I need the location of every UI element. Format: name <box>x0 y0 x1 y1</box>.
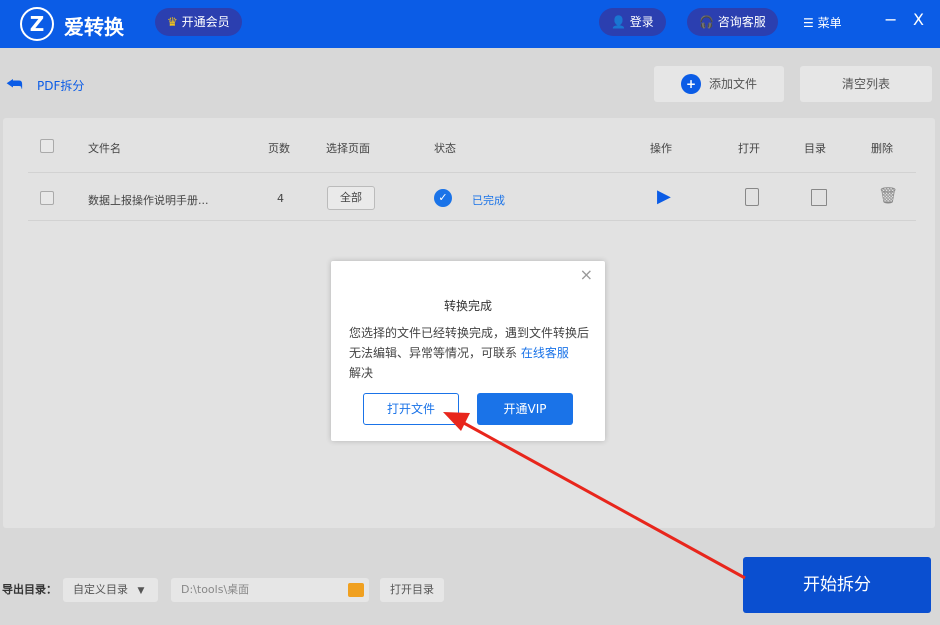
col-dir: 目录 <box>804 142 826 155</box>
check-circle-icon: ✓ <box>434 189 452 207</box>
col-select: 选择页面 <box>326 142 370 155</box>
col-name: 文件名 <box>88 142 121 155</box>
play-icon[interactable]: ▶ <box>657 186 671 207</box>
dialog-message: 您选择的文件已经转换完成，遇到文件转换后无法编辑、异常等情况，可联系 在线客服解… <box>349 326 590 380</box>
export-path-input[interactable]: D:\tools\桌面 <box>171 578 369 602</box>
dialog-title: 转换完成 <box>443 299 492 313</box>
crown-icon: ♛ <box>167 15 178 29</box>
headset-icon: 🎧 <box>699 15 714 29</box>
col-open: 打开 <box>738 142 760 155</box>
page-title: PDF拆分 <box>37 79 85 93</box>
close-icon[interactable]: × <box>580 265 593 284</box>
clear-list-button[interactable]: 清空列表 <box>800 66 932 102</box>
col-delete: 删除 <box>871 142 893 155</box>
online-support-link[interactable]: 在线客服 <box>521 346 569 360</box>
menu-icon: ☰ <box>803 16 814 30</box>
support-button[interactable]: 🎧 咨询客服 <box>687 8 778 36</box>
export-mode-select[interactable]: 自定义目录 ▼ <box>63 578 158 602</box>
status-text: 已完成 <box>472 194 505 207</box>
back-arrow-icon[interactable]: ⮪ <box>6 74 23 95</box>
trash-icon[interactable]: 🗑 <box>878 186 898 205</box>
divider <box>28 172 916 173</box>
logo-icon: Z <box>20 7 54 41</box>
minimize-button[interactable]: − <box>884 10 897 29</box>
open-file-button[interactable]: 打开文件 <box>363 393 459 425</box>
col-status: 状态 <box>434 142 456 155</box>
folder-icon[interactable] <box>811 189 827 206</box>
page-select-button[interactable]: 全部 <box>327 186 375 210</box>
menu-button[interactable]: ☰ 菜单 <box>803 14 842 31</box>
plus-icon: + <box>680 74 701 94</box>
col-pages: 页数 <box>268 142 290 155</box>
file-open-icon[interactable] <box>745 188 759 206</box>
row-checkbox[interactable] <box>40 191 54 205</box>
dropdown-icon: ▼ <box>137 586 145 596</box>
close-button[interactable]: X <box>913 10 924 29</box>
app-name: 爱转换 <box>64 15 124 39</box>
login-button[interactable]: 👤 登录 <box>599 8 666 36</box>
select-all-checkbox[interactable] <box>40 139 54 153</box>
open-dir-button[interactable]: 打开目录 <box>380 578 444 602</box>
user-icon: 👤 <box>611 15 626 29</box>
col-action: 操作 <box>650 142 672 155</box>
export-label: 导出目录： <box>2 583 57 596</box>
vip-button[interactable]: 开通VIP <box>477 393 573 425</box>
page-count: 4 <box>277 192 284 205</box>
conversion-complete-dialog: × 转换完成 您选择的文件已经转换完成，遇到文件转换后无法编辑、异常等情况，可联… <box>331 261 605 441</box>
divider <box>28 220 916 221</box>
title-bar: Z 爱转换 ♛ 开通会员 👤 登录 🎧 咨询客服 ☰ 菜单 − X <box>0 0 940 48</box>
add-file-button[interactable]: + 添加文件 <box>654 66 784 102</box>
file-name: 数据上报操作说明手册... <box>88 194 209 207</box>
start-split-button[interactable]: 开始拆分 <box>743 557 931 613</box>
folder-icon <box>348 583 364 597</box>
vip-button[interactable]: ♛ 开通会员 <box>155 8 242 36</box>
